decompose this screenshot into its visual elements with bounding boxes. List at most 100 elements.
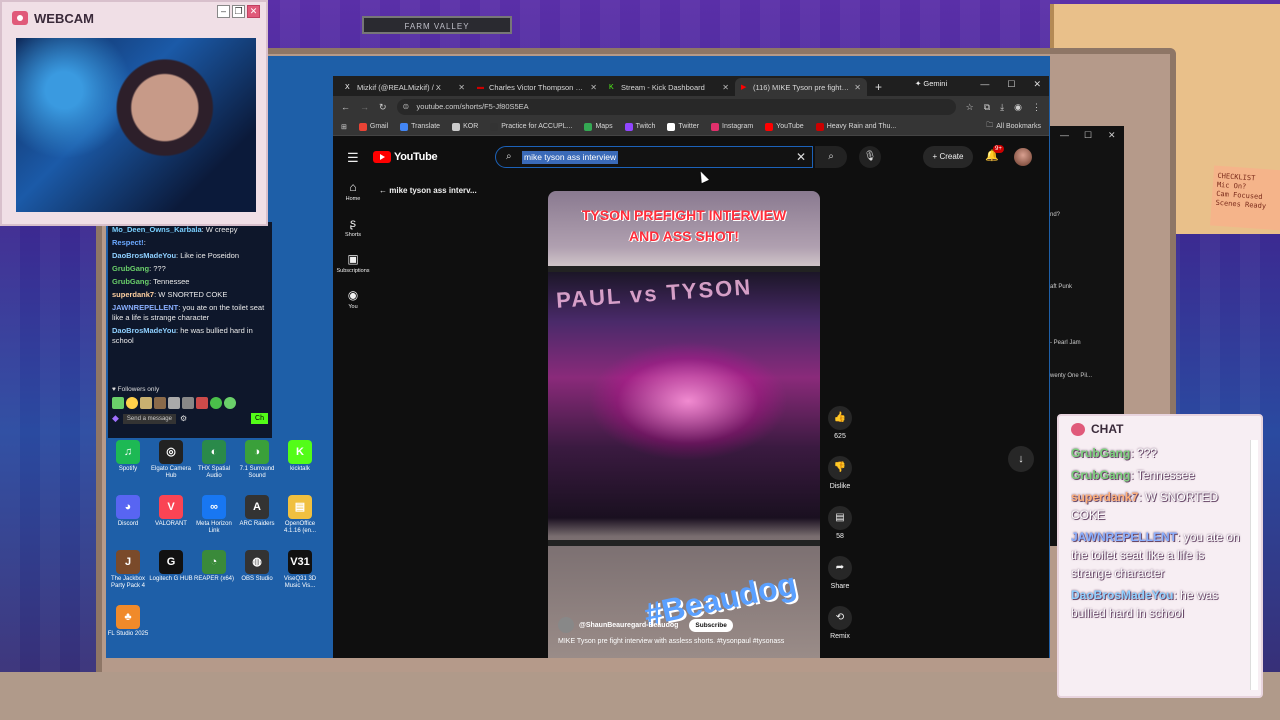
search-button[interactable]: ⌕	[815, 146, 847, 168]
close-icon[interactable]: ✕	[1108, 130, 1116, 141]
close-icon[interactable]: ✕	[1033, 79, 1041, 90]
bookmark-item[interactable]: YouTube	[765, 122, 804, 131]
gemini-button[interactable]: ✦ Gemini	[915, 79, 947, 88]
arena-lights	[588, 341, 788, 461]
chat-username[interactable]: GrubGang	[112, 277, 149, 286]
clear-search-icon[interactable]: ✕	[796, 150, 806, 164]
desktop-icon[interactable]: A ARC Raiders	[235, 495, 279, 528]
download-icon[interactable]: ⤓	[1000, 102, 1004, 113]
desktop-icon[interactable]: ◍ OBS Studio	[235, 550, 279, 583]
chat-username[interactable]: DaoBrosMadeYou	[112, 326, 176, 335]
sidebar-item-you[interactable]: ◉ You	[333, 288, 373, 310]
chat-username[interactable]: Respect!	[112, 238, 144, 247]
browser-tab[interactable]: X Mizkif (@REALMizkif) / X ✕	[339, 78, 471, 96]
desktop-icon[interactable]: ▤ OpenOffice 4.1.16 (en...	[278, 495, 322, 535]
chat-text: Like ice Poseidon	[180, 251, 240, 260]
bookmark-item[interactable]: Heavy Rain and Thu...	[815, 122, 896, 131]
chat-username[interactable]: DaoBrosMadeYou	[112, 251, 176, 260]
subscribe-button[interactable]: Subscribe	[689, 618, 733, 632]
search-input[interactable]: ⌕ mike tyson ass interview ✕	[495, 146, 813, 168]
comments-button[interactable]: ▤ 58	[827, 506, 853, 540]
sidebar-item-home[interactable]: ⌂ Home	[333, 180, 373, 202]
bookmark-item[interactable]: Practice for ACCUPL...	[490, 122, 572, 131]
next-short-arrow-icon[interactable]: ↓	[1008, 446, 1034, 472]
bookmark-item[interactable]: Twitch	[624, 122, 655, 131]
sidebar-item-subscriptions[interactable]: ▣ Subscriptions	[333, 252, 373, 274]
desktop-icon[interactable]: ◎ Elgato Camera Hub	[149, 440, 193, 480]
video-title[interactable]: MIKE Tyson pre fight interview with assl…	[558, 637, 813, 646]
browser-tab[interactable]: K Stream - Kick Dashboard ✕	[603, 78, 735, 96]
youtube-logo[interactable]: YouTube	[373, 151, 438, 163]
desktop-icon[interactable]: G Logitech G HUB	[149, 550, 193, 583]
bookmark-item[interactable]: Twitter	[667, 122, 699, 131]
url-field[interactable]: youtube.com/shorts/F5-Jf80S5EA	[396, 99, 956, 115]
new-tab-icon[interactable]: +	[867, 78, 890, 96]
desktop-icon[interactable]: ♣ FL Studio 2025	[106, 605, 150, 638]
chat-username[interactable]: superdank7	[112, 290, 154, 299]
maximize-icon[interactable]: ☐	[1007, 79, 1015, 90]
bookmark-item[interactable]: Translate	[400, 122, 440, 131]
share-button[interactable]: ➦ Share	[827, 556, 853, 590]
back-icon[interactable]: ←	[341, 102, 350, 112]
forward-icon[interactable]: →	[360, 102, 369, 112]
chat-message: DaoBrosMadeYou: he was bullied hard in s…	[112, 326, 253, 345]
browser-tab[interactable]: ▬ Charles Victor Thompson Beco ✕	[471, 78, 603, 96]
chat-button[interactable]: Ch	[251, 413, 268, 424]
avatar[interactable]	[1014, 148, 1032, 166]
tab-label: Stream - Kick Dashboard	[621, 82, 705, 92]
tab-close-icon[interactable]: ✕	[458, 83, 465, 92]
minimize-icon[interactable]: —	[1060, 130, 1069, 140]
desktop-icon[interactable]: ◐ THX Spatial Audio	[192, 440, 236, 480]
tab-close-icon[interactable]: ✕	[722, 83, 729, 92]
bookmark-item[interactable]: Instagram	[711, 122, 753, 131]
voice-search-icon[interactable]: 🎙	[859, 146, 881, 168]
maximize-icon[interactable]: ☐	[1084, 130, 1092, 141]
desktop-icon-label: The Jackbox Party Pack 4	[110, 576, 146, 589]
shorts-back-title[interactable]: ← mike tyson ass interv...	[379, 186, 477, 195]
desktop-icon[interactable]: J The Jackbox Party Pack 4	[106, 550, 150, 590]
reload-icon[interactable]: ↻	[379, 102, 387, 113]
sidebar-item-label: Home	[345, 196, 361, 202]
desktop-icon[interactable]: V VALORANT	[149, 495, 193, 528]
sidebar-item-shorts[interactable]: ʂ Shorts	[333, 216, 373, 238]
desktop-icon[interactable]: ◑ 7.1 Surround Sound	[235, 440, 279, 480]
more-menu-icon[interactable]: ⋮	[1032, 102, 1041, 113]
like-button[interactable]: 👍 625	[827, 406, 853, 440]
apps-grid-icon[interactable]: ⊞	[341, 123, 347, 131]
desktop-icon[interactable]: ∞ Meta Horizon Link	[192, 495, 236, 535]
bookmark-star-icon[interactable]: ☆	[966, 102, 974, 113]
profile-icon[interactable]: ◉	[1014, 102, 1022, 113]
chat-scrollbar[interactable]	[1250, 440, 1258, 690]
channel-avatar[interactable]	[558, 617, 574, 633]
app-icon: ♣	[116, 605, 140, 629]
desktop-icon[interactable]: Kkicktalk	[278, 440, 322, 473]
extensions-icon[interactable]: ⧉	[984, 102, 990, 113]
settings-icon[interactable]: ⚙	[180, 414, 187, 423]
search-query-text[interactable]: mike tyson ass interview	[522, 151, 619, 164]
all-bookmarks-button[interactable]: 🗀 All Bookmarks	[986, 121, 1041, 132]
send-message-input[interactable]: Send a message	[122, 413, 176, 424]
dislike-button[interactable]: 👎 Dislike	[827, 456, 853, 490]
chat-username[interactable]: Mo_Deen_Owns_Karbala	[112, 225, 202, 234]
browser-tab[interactable]: ▶ (116) MIKE Tyson pre fight inte ✕	[735, 78, 867, 96]
tab-close-icon[interactable]: ✕	[590, 83, 597, 92]
gem-icon[interactable]: ◆	[112, 413, 119, 424]
bookmark-item[interactable]: Gmail	[358, 122, 388, 131]
desktop-icon[interactable]: ◔ REAPER (x64)	[192, 550, 236, 583]
hamburger-menu-icon[interactable]: ☰	[347, 150, 359, 166]
desktop-icon[interactable]: ◕ Discord	[106, 495, 150, 528]
desktop-icon-label: THX Spatial Audio	[197, 466, 230, 479]
desktop-icon[interactable]: ♫ Spotify	[106, 440, 150, 473]
chat-username[interactable]: GrubGang	[112, 264, 149, 273]
remix-button[interactable]: ⟲ Remix	[827, 606, 853, 640]
desktop-icon[interactable]: V31 ViseQ31 3D Music Vis...	[278, 550, 322, 590]
bookmark-item[interactable]: KOR	[452, 122, 478, 131]
shelf-sign: FARM VALLEY	[362, 16, 512, 34]
create-button[interactable]: + Create	[923, 146, 973, 168]
short-video-player[interactable]: TYSON PREFIGHT INTERVIEW AND ASS SHOT! P…	[548, 191, 820, 658]
channel-name[interactable]: @ShaunBeauregard-Beaudog	[579, 622, 678, 629]
bookmark-item[interactable]: Maps	[584, 122, 613, 131]
tab-close-icon[interactable]: ✕	[854, 83, 861, 92]
chat-username[interactable]: JAWNREPELLENT	[112, 303, 178, 312]
minimize-icon[interactable]: —	[980, 79, 989, 90]
